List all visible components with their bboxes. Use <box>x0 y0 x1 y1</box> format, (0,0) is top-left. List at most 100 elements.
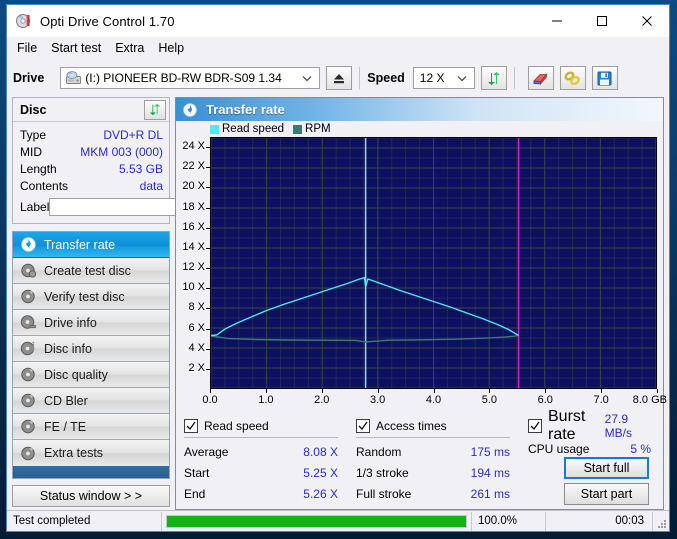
close-button[interactable] <box>624 5 669 37</box>
stat-row-start: Start 5.25 X <box>184 462 356 483</box>
y-axis-tick <box>206 348 210 350</box>
y-axis-tick <box>206 268 210 270</box>
x-axis-tick-label: 2.0 <box>314 394 330 406</box>
sidebar-item-cd-bler[interactable]: CD Bler <box>13 388 169 414</box>
sidebar-item-create-test-disc[interactable]: Create test disc <box>13 258 169 284</box>
disc-icon <box>20 366 37 383</box>
x-axis-tick-label: 0.0 <box>202 394 218 406</box>
menu-item-help[interactable]: Help <box>158 39 193 57</box>
progress-bar <box>166 514 467 528</box>
legend-label-rpm: RPM <box>305 123 331 135</box>
disc-icon <box>20 392 37 409</box>
x-axis-tick <box>489 389 491 393</box>
sidebar-item-extra-tests[interactable]: Extra tests <box>13 440 169 466</box>
disc-key-mid: MID <box>20 144 42 159</box>
y-axis-tick-label: 8 X <box>188 301 205 314</box>
y-axis-tick <box>206 308 210 310</box>
y-axis-tick <box>206 147 210 149</box>
menu-item-start-test[interactable]: Start test <box>51 39 110 57</box>
panel-header: Transfer rate <box>176 98 663 121</box>
disc-row-length: Length 5.53 GB <box>20 160 163 177</box>
action-buttons: Start full Start part <box>561 457 649 505</box>
y-axis-tick <box>206 368 210 370</box>
stat-row-random: Random 175 ms <box>356 441 528 462</box>
stat-value-average: 8.08 X <box>303 444 338 459</box>
drive-select[interactable]: (I:) PIONEER BD-RW BDR-S09 1.34 <box>60 67 321 89</box>
y-axis-tick-label: 4 X <box>188 341 205 354</box>
disc-icon <box>20 314 37 331</box>
divider <box>356 437 510 438</box>
panel-title: Transfer rate <box>206 102 285 117</box>
disc-key-type: Type <box>20 127 47 142</box>
right-content: Transfer rate Read speed RPM 2 X 4 X 6 X… <box>175 97 667 510</box>
sidebar-item-disc-info[interactable]: Disc info <box>13 336 169 362</box>
speed-select[interactable]: 12 X <box>412 67 475 89</box>
access-times-checkbox[interactable] <box>356 419 370 433</box>
refresh-speed-button[interactable] <box>480 66 507 90</box>
disc-label-key: Label <box>20 200 50 214</box>
elapsed-time: 00:03 <box>546 511 653 531</box>
y-axis-tick-label: 22 X <box>182 160 205 173</box>
read-speed-checkbox-row[interactable]: Read speed <box>184 417 356 435</box>
progress-bar-fill <box>167 515 466 527</box>
disc-row-mid: MID MKM 003 (000) <box>20 143 163 160</box>
disc-refresh-button[interactable] <box>144 99 166 120</box>
save-button[interactable] <box>591 66 618 90</box>
disc-icon <box>20 445 37 462</box>
eraser-button[interactable] <box>527 66 554 90</box>
stat-key-third-stroke: 1/3 stroke <box>356 465 409 480</box>
read-speed-checkbox[interactable] <box>184 419 198 433</box>
desktop-background: Opti Drive Control 1.70 File Start test … <box>0 0 677 539</box>
sidebar-item-disc-quality[interactable]: Disc quality <box>13 362 169 388</box>
disc-row-type: Type DVD+R DL <box>20 126 163 143</box>
sidebar-item-transfer-rate[interactable]: Transfer rate <box>13 232 169 258</box>
sidebar-item-label: Disc quality <box>44 367 108 382</box>
y-axis-tick <box>206 247 210 249</box>
y-axis-tick <box>206 167 210 169</box>
sidebar-item-verify-test-disc[interactable]: Verify test disc <box>13 284 169 310</box>
burst-rate-checkbox[interactable] <box>528 419 542 433</box>
speed-label: Speed <box>367 71 405 85</box>
x-axis-tick-label: 6.0 <box>537 394 553 406</box>
start-part-button[interactable]: Start part <box>564 483 649 505</box>
stat-key-average: Average <box>184 444 229 459</box>
stat-row-third-stroke: 1/3 stroke 194 ms <box>356 462 528 483</box>
x-axis-tick <box>601 389 603 393</box>
menu-item-file[interactable]: File <box>17 39 46 57</box>
disc-info-list: Type DVD+R DL MID MKM 003 (000) Length 5… <box>13 122 254 223</box>
resize-grip-icon[interactable] <box>653 512 669 531</box>
stat-row-full-stroke: Full stroke 261 ms <box>356 483 528 504</box>
stat-value-full-stroke: 261 ms <box>470 486 510 501</box>
chart-legend: Read speed RPM <box>210 123 340 135</box>
chain-link-button[interactable] <box>559 66 586 90</box>
stat-value-third-stroke: 194 ms <box>470 465 510 480</box>
chevron-down-icon <box>457 68 467 88</box>
access-times-stats: Access times Random 175 ms 1/3 stroke 19… <box>356 417 528 509</box>
x-axis-tick <box>210 389 211 393</box>
y-axis-tick <box>206 288 210 290</box>
maximize-button[interactable] <box>579 5 624 37</box>
legend-entry-read-speed: Read speed <box>210 123 284 135</box>
access-times-checkbox-row[interactable]: Access times <box>356 417 528 435</box>
minimize-button[interactable] <box>534 5 579 37</box>
x-axis-tick-label: 8.0 GB <box>632 394 667 406</box>
eject-button[interactable] <box>326 66 353 90</box>
stat-value-start: 5.25 X <box>303 465 338 480</box>
divider <box>184 437 338 438</box>
disc-icon <box>20 288 37 305</box>
disc-icon <box>182 102 198 118</box>
nav-filler <box>13 466 169 478</box>
title-bar[interactable]: Opti Drive Control 1.70 <box>7 5 669 37</box>
disc-icon <box>15 12 33 30</box>
disc-value-mid: MKM 003 (000) <box>80 144 163 159</box>
sidebar-item-fe-te[interactable]: FE / TE <box>13 414 169 440</box>
menu-item-extra[interactable]: Extra <box>115 39 153 57</box>
status-message: Test completed <box>7 511 162 531</box>
sidebar-item-label: Drive info <box>44 315 97 330</box>
status-window-button[interactable]: Status window > > <box>12 485 170 507</box>
x-axis-tick <box>433 389 435 393</box>
start-full-button[interactable]: Start full <box>564 457 649 479</box>
sidebar-item-drive-info[interactable]: Drive info <box>13 310 169 336</box>
sidebar-item-label: Transfer rate <box>44 237 116 252</box>
y-axis-tick-label: 10 X <box>182 281 205 294</box>
